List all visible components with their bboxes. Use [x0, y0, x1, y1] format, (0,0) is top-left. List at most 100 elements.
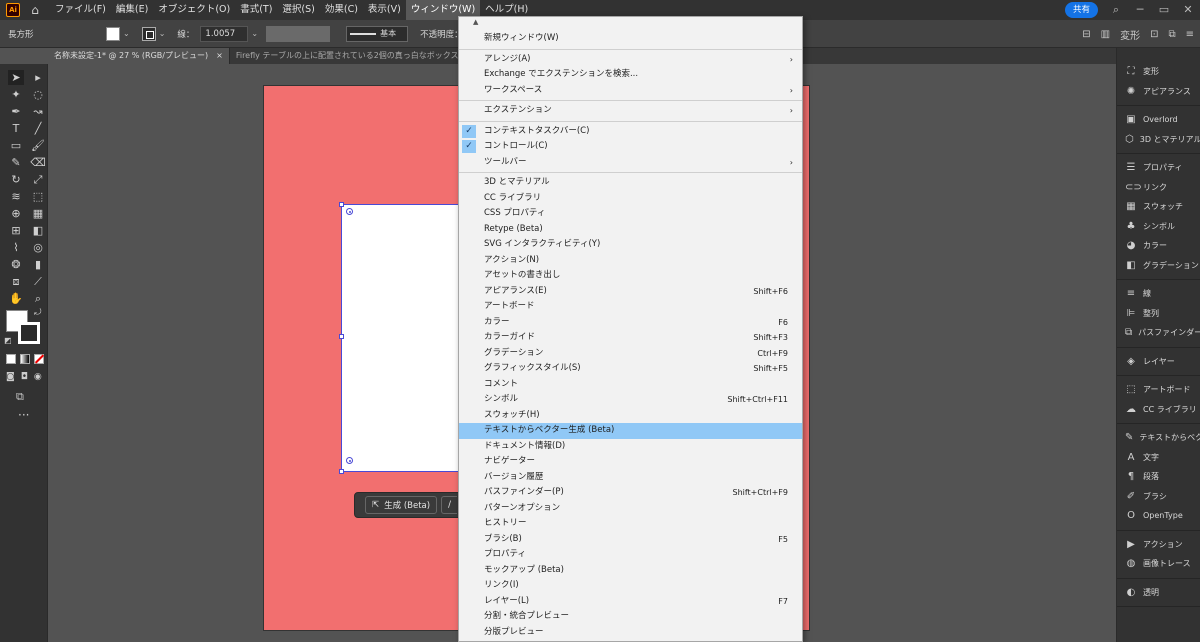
window-menu-item[interactable]: アピアランス(E) Shift+F6 [459, 284, 802, 300]
artboard-tool-icon[interactable]: ⧈ [8, 274, 24, 289]
window-menu-item[interactable]: パスファインダー(P) Shift+Ctrl+F9 [459, 485, 802, 501]
panel-tab[interactable]: ▦ スウォッチ [1117, 197, 1200, 217]
menu-scroll-up[interactable]: ▲ [459, 17, 802, 31]
panel-tab[interactable]: ◈ レイヤー [1117, 352, 1200, 372]
window-menu-item[interactable]: アレンジ(A) › [459, 52, 802, 68]
chevron-down-icon[interactable]: ⌄ [251, 29, 258, 38]
panel-tab[interactable]: ¶ 段落 [1117, 467, 1200, 487]
paintbrush-tool-icon[interactable]: 🖌 [30, 138, 46, 153]
stroke-weight-input[interactable]: 1.0057 [200, 25, 249, 42]
window-menu-item[interactable]: 分版プレビュー [459, 625, 802, 641]
pen-tool-icon[interactable]: ✒ [8, 104, 24, 119]
close-icon[interactable]: × [216, 48, 223, 64]
panel-tab[interactable]: ✐ ブラシ [1117, 487, 1200, 507]
rotate-tool-icon[interactable]: ↻ [8, 172, 24, 187]
direct-selection-tool-icon[interactable]: ▸ [30, 70, 46, 85]
selection-tool-icon[interactable]: ➤ [8, 70, 24, 85]
mesh-tool-icon[interactable]: ⊞ [8, 223, 24, 238]
symbol-sprayer-tool-icon[interactable]: ❂ [8, 257, 24, 272]
draw-normal-icon[interactable]: ◙ [6, 372, 15, 382]
panel-tab[interactable]: A 文字 [1117, 448, 1200, 468]
window-menu-item[interactable]: エクステンション › [459, 103, 802, 119]
selection-handle[interactable] [339, 469, 344, 474]
panel-tab[interactable]: ▣ Overlord [1117, 110, 1200, 130]
column-graph-tool-icon[interactable]: ▮ [30, 257, 46, 272]
slice-tool-icon[interactable]: ⟋ [30, 274, 46, 289]
context-more-button[interactable]: / [441, 496, 457, 514]
share-button[interactable]: 共有 [1064, 2, 1098, 18]
window-menu-item[interactable]: カラーガイド Shift+F3 [459, 330, 802, 346]
scale-tool-icon[interactable]: ⤢ [30, 172, 46, 187]
none-mode-icon[interactable] [34, 354, 45, 364]
window-menu-item[interactable]: プロパティ [459, 547, 802, 563]
panel-tab[interactable]: ☰ プロパティ [1117, 158, 1200, 178]
window-menu-item[interactable]: カラー F6 [459, 315, 802, 331]
panel-tab[interactable]: ✎ テキストからベクタ [1117, 428, 1200, 448]
window-menu-item[interactable]: グラフィックスタイル(S) Shift+F5 [459, 361, 802, 377]
window-menu-item[interactable]: 3D とマテリアル [459, 175, 802, 191]
hand-tool-icon[interactable]: ✋ [8, 291, 24, 306]
document-tab-active[interactable]: 名称未設定-1* @ 27 % (RGB/プレビュー) × [48, 48, 230, 64]
window-menu-item[interactable]: パターンオプション [459, 501, 802, 517]
panel-tab[interactable]: ☁ CC ライブラリ [1117, 400, 1200, 420]
arrange-icon[interactable]: ⧉ [1168, 29, 1175, 40]
window-menu-item[interactable]: 新規ウィンドウ(W) [459, 31, 802, 47]
more-tools-icon[interactable]: ··· [18, 408, 29, 422]
close-icon[interactable]: ✕ [1182, 4, 1194, 16]
fill-swatch[interactable] [106, 26, 120, 41]
panel-tab[interactable]: ✺ アピアランス [1117, 82, 1200, 102]
stroke-swatch[interactable] [141, 26, 156, 41]
chevron-down-icon[interactable]: ⌄ [159, 29, 166, 38]
opacity-label[interactable]: 不透明度： [420, 28, 463, 40]
window-menu-item[interactable]: ドキュメント情報(D) [459, 439, 802, 455]
menu-item[interactable]: 編集(E) [111, 0, 153, 20]
variable-width-profile[interactable] [266, 25, 331, 42]
transform-label[interactable]: 変形 [1120, 27, 1140, 42]
menu-item[interactable]: 効果(C) [320, 0, 363, 20]
default-fill-stroke-icon[interactable]: ◩ [4, 336, 12, 345]
panel-tab[interactable]: O OpenType [1117, 506, 1200, 526]
curvature-tool-icon[interactable]: ↝ [30, 104, 46, 119]
window-menu-item[interactable]: Exchange でエクステンションを検索... [459, 67, 802, 83]
window-menu-item[interactable]: Retype (Beta) [459, 222, 802, 238]
panel-tab[interactable]: ⊫ 整列 [1117, 304, 1200, 324]
panel-tab[interactable]: ⊂⊃ リンク [1117, 178, 1200, 198]
menu-item[interactable]: オブジェクト(O) [153, 0, 235, 20]
type-tool-icon[interactable]: T [8, 121, 24, 136]
chevron-down-icon[interactable]: ⌄ [123, 29, 130, 38]
window-menu-item[interactable]: ツールバー › [459, 155, 802, 171]
eraser-tool-icon[interactable]: ⌫ [30, 155, 46, 170]
window-menu-item[interactable]: シンボル Shift+Ctrl+F11 [459, 392, 802, 408]
document-tab-inactive[interactable]: Firefly テーブルの上に配置されている2個の真っ白なボックス 55762 [230, 48, 494, 64]
color-mode-icon[interactable] [6, 354, 16, 364]
selection-handle[interactable] [339, 202, 344, 207]
window-menu-item[interactable]: アセットの書き出し [459, 268, 802, 284]
panel-tab[interactable]: ◕ カラー [1117, 236, 1200, 256]
align-icon[interactable]: ⊟ [1082, 29, 1090, 40]
selection-handle[interactable] [339, 334, 344, 339]
window-menu-item[interactable]: コメント [459, 377, 802, 393]
window-menu-item[interactable]: ブラシ(B) F5 [459, 532, 802, 548]
blend-tool-icon[interactable]: ◎ [30, 240, 46, 255]
window-menu-item[interactable]: CC ライブラリ [459, 191, 802, 207]
search-icon[interactable]: ⌕ [1110, 4, 1122, 16]
minimize-icon[interactable]: ─ [1134, 4, 1146, 16]
panel-tab[interactable]: ⛶ 変形 [1117, 62, 1200, 82]
dock-collapse-bar[interactable] [1117, 48, 1200, 58]
window-menu-item[interactable]: 分割・統合プレビュー [459, 609, 802, 625]
window-menu-item[interactable]: バージョン履歴 [459, 470, 802, 486]
corner-widget[interactable] [346, 208, 353, 215]
stroke-color-swatch[interactable] [18, 322, 40, 344]
isolate-icon[interactable]: ⊡ [1150, 29, 1158, 40]
window-menu-item[interactable]: SVG インタラクティビティ(Y) [459, 237, 802, 253]
window-menu-item[interactable]: アートボード [459, 299, 802, 315]
window-menu-item[interactable]: ナビゲーター [459, 454, 802, 470]
scroll-up-arrow-icon[interactable]: ▲ [473, 18, 478, 26]
distribute-icon[interactable]: ▥ [1101, 29, 1110, 40]
perspective-grid-tool-icon[interactable]: ▦ [30, 206, 46, 221]
menu-item[interactable]: 表示(V) [363, 0, 406, 20]
window-menu-item[interactable]: ✓ コントロール(C) [459, 139, 802, 155]
panel-menu-icon[interactable]: ≡ [1186, 29, 1194, 40]
swap-fill-stroke-icon[interactable]: ⤾ [34, 308, 42, 318]
panel-tab[interactable]: ♣ シンボル [1117, 217, 1200, 237]
